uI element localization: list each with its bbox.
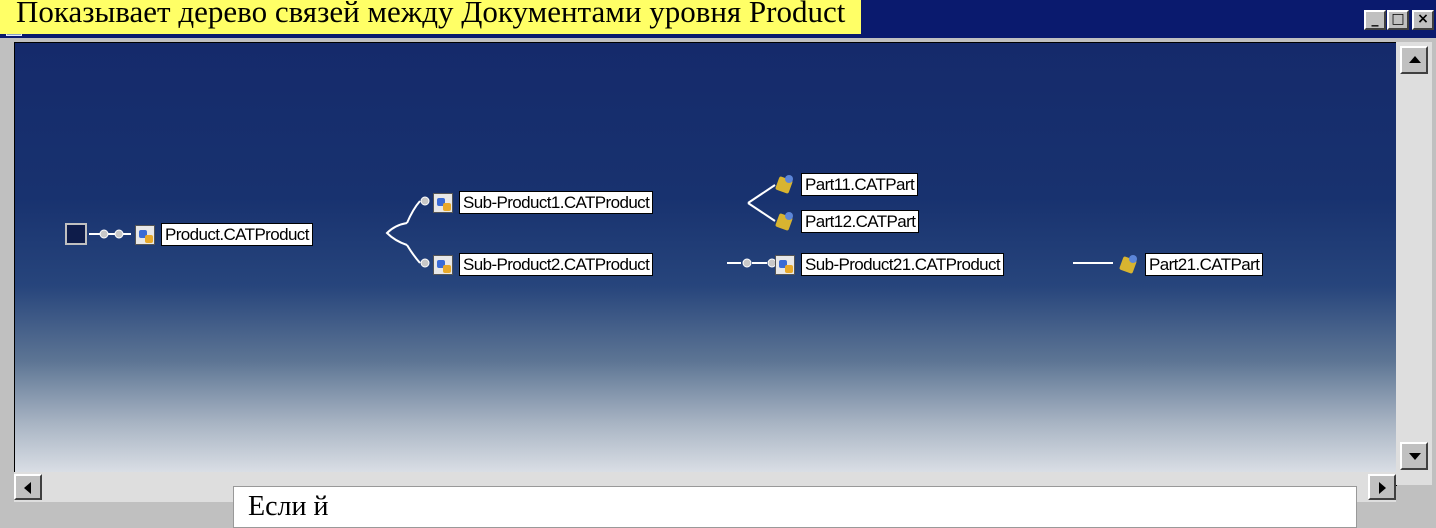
tree-node-sub-product2[interactable]: Sub-Product2.CATProduct (433, 253, 654, 276)
window-client: Product.CATProduct Sub-Product1.CATProdu… (0, 38, 1436, 510)
product-icon (135, 224, 155, 245)
tree-viewport: Product.CATProduct Sub-Product1.CATProdu… (14, 42, 1397, 486)
overlay-text-panel: Если й (233, 486, 1357, 528)
tree-node-sub-product21[interactable]: Sub-Product21.CATProduct (775, 253, 1005, 276)
product-icon (433, 254, 453, 275)
maximize-button[interactable]: □ (1387, 10, 1409, 30)
scroll-up-button[interactable] (1400, 46, 1428, 74)
app-root-icon (65, 223, 87, 245)
scroll-right-button[interactable] (1368, 474, 1396, 500)
node-label: Part12.CATPart (801, 210, 920, 233)
tree-node-product[interactable]: Product.CATProduct (135, 223, 313, 246)
minimize-button[interactable]: _ (1364, 10, 1386, 30)
caption-banner: Показывает дерево связей между Документа… (0, 0, 862, 34)
tree-node-sub-product1[interactable]: Sub-Product1.CATProduct (433, 191, 654, 214)
part-icon (1119, 254, 1139, 275)
arrow-down-icon (1409, 453, 1421, 460)
arrow-left-icon (24, 482, 31, 494)
node-label: Sub-Product21.CATProduct (801, 253, 1005, 276)
node-label: Part21.CATPart (1145, 253, 1264, 276)
arrow-up-icon (1409, 56, 1421, 63)
node-label: Product.CATProduct (161, 223, 313, 246)
product-icon (433, 192, 453, 213)
scroll-left-button[interactable] (14, 474, 42, 500)
vertical-scrollbar[interactable] (1396, 42, 1432, 485)
arrow-right-icon (1379, 482, 1386, 494)
scroll-down-button[interactable] (1400, 442, 1428, 470)
product-icon (775, 254, 795, 275)
tree-node-part11[interactable]: Part11.CATPart (775, 173, 919, 196)
part-icon (775, 211, 795, 232)
node-label: Sub-Product1.CATProduct (459, 191, 654, 214)
root-node[interactable] (65, 223, 93, 245)
node-label: Sub-Product2.CATProduct (459, 253, 654, 276)
node-label: Part11.CATPart (801, 173, 919, 196)
close-button[interactable]: × (1412, 10, 1434, 30)
tree-node-part21[interactable]: Part21.CATPart (1119, 253, 1264, 276)
tree-node-part12[interactable]: Part12.CATPart (775, 210, 920, 233)
part-icon (775, 174, 795, 195)
